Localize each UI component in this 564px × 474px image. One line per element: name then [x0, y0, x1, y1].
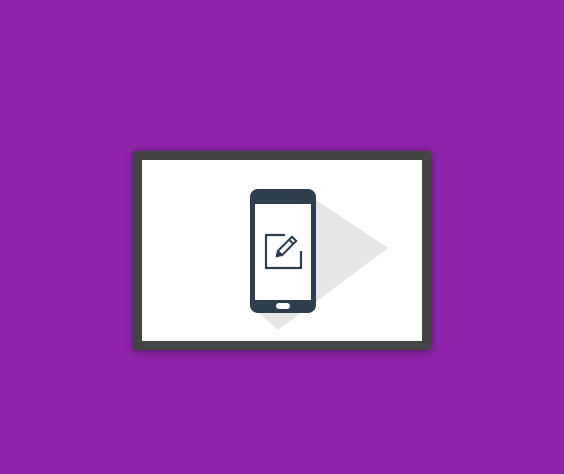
- speaker-slot: [276, 192, 290, 195]
- image-frame: [133, 151, 431, 350]
- frame-canvas: [142, 160, 422, 341]
- phone-screen: [255, 204, 311, 300]
- home-button: [276, 303, 290, 309]
- illustration: [250, 189, 388, 330]
- smartphone-icon: [250, 189, 316, 313]
- camera-dot: [256, 191, 260, 195]
- sensor-dot: [262, 191, 266, 195]
